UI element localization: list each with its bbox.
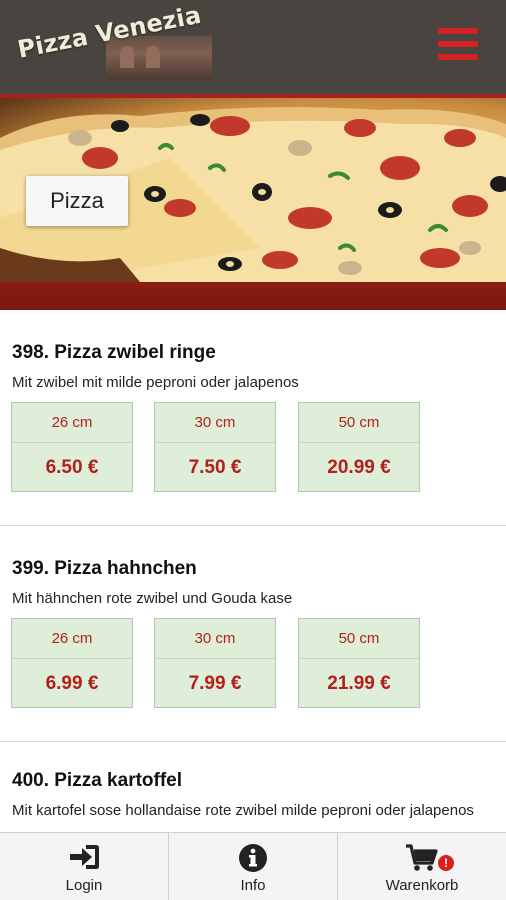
tab-label: Warenkorb: [385, 877, 459, 894]
tab-label: Info: [240, 877, 266, 894]
price-label: 7.99 €: [188, 673, 242, 694]
bottom-tab-bar: Login Info ! Warenkorb: [0, 832, 506, 900]
hamburger-menu-icon[interactable]: [438, 28, 478, 64]
size-label: 50 cm: [299, 619, 419, 659]
size-label: 30 cm: [155, 403, 275, 443]
category-label[interactable]: Pizza: [26, 176, 128, 226]
tab-warenkorb[interactable]: ! Warenkorb: [337, 833, 506, 900]
price-option-50cm[interactable]: 50 cm 21.99 €: [298, 618, 420, 708]
tab-info[interactable]: Info: [168, 833, 337, 900]
price-option-50cm[interactable]: 50 cm 20.99 €: [298, 402, 420, 492]
app-header: Pizza Venezia: [0, 0, 506, 94]
price-label: 7.50 €: [188, 457, 242, 478]
size-label: 26 cm: [12, 619, 132, 659]
item-title: 399. Pizza hahnchen: [12, 558, 197, 579]
price-option-26cm[interactable]: 26 cm 6.99 €: [11, 618, 133, 708]
menu-item: 399. Pizza hahnchen Mit hähnchen rote zw…: [0, 526, 506, 742]
tab-label: Login: [65, 877, 103, 894]
size-label: 30 cm: [155, 619, 275, 659]
tab-login[interactable]: Login: [0, 833, 168, 900]
price-label: 20.99 €: [327, 457, 391, 478]
price-option-30cm[interactable]: 30 cm 7.99 €: [154, 618, 276, 708]
cart-alert-badge: !: [438, 855, 454, 871]
item-description: Mit kartofel sose hollandaise rote zwibe…: [12, 802, 474, 819]
category-band: [0, 282, 506, 310]
size-label: 26 cm: [12, 403, 132, 443]
shopping-cart-icon: [405, 843, 439, 878]
size-label: 50 cm: [299, 403, 419, 443]
item-description: Mit hähnchen rote zwibel und Gouda kase: [12, 590, 293, 607]
price-option-30cm[interactable]: 30 cm 7.50 €: [154, 402, 276, 492]
item-description: Mit zwibel mit milde peproni oder jalape…: [12, 374, 299, 391]
price-label: 21.99 €: [327, 673, 391, 694]
sign-in-icon: [68, 843, 100, 876]
item-title: 400. Pizza kartoffel: [12, 770, 183, 791]
price-label: 6.99 €: [45, 673, 99, 694]
info-icon: [238, 843, 268, 878]
item-title: 398. Pizza zwibel ringe: [12, 342, 216, 363]
menu-item: 398. Pizza zwibel ringe Mit zwibel mit m…: [0, 310, 506, 526]
price-option-26cm[interactable]: 26 cm 6.50 €: [11, 402, 133, 492]
logo[interactable]: Pizza Venezia: [14, 1, 212, 80]
price-label: 6.50 €: [45, 457, 99, 478]
